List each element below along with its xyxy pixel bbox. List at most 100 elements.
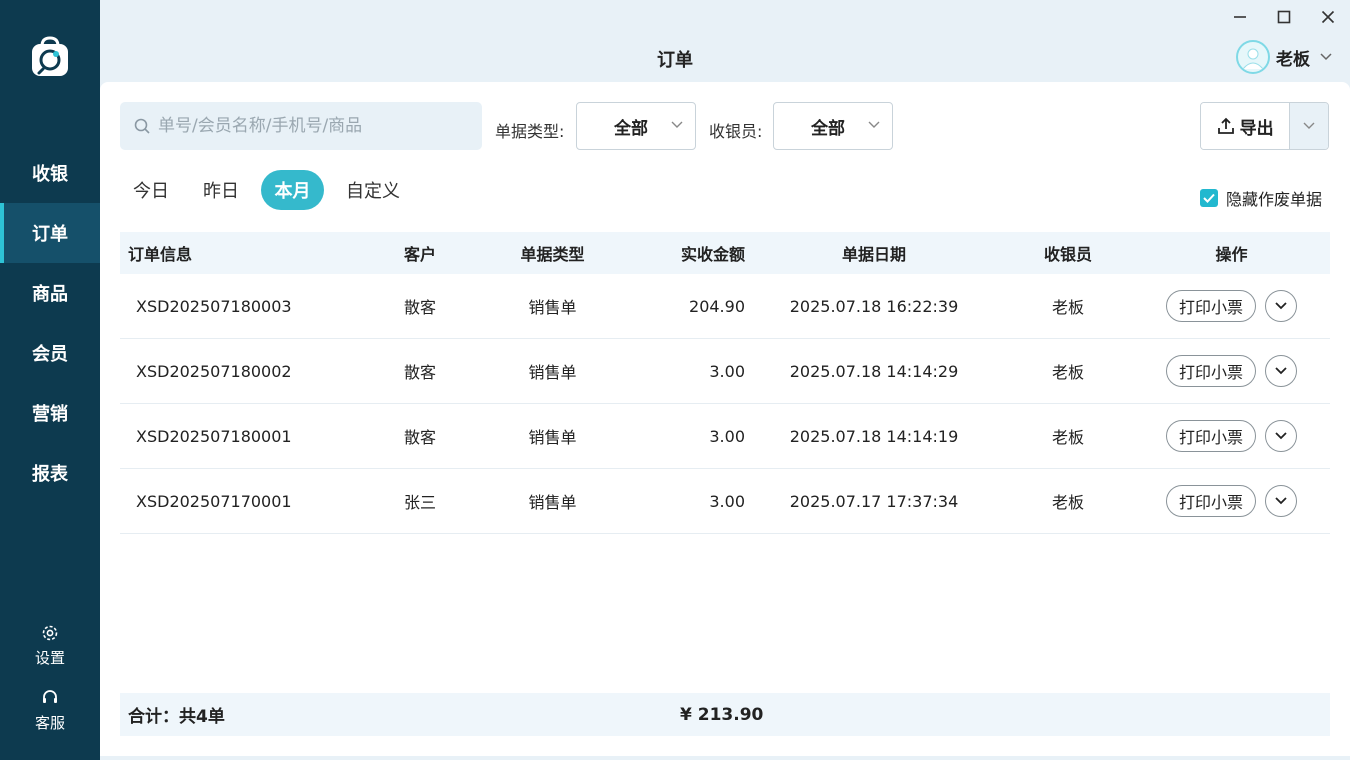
type-select-value: 全部: [614, 118, 648, 139]
order-type: 销售单: [528, 363, 577, 382]
table-row[interactable]: XSD202507180003 散客 销售单 204.90 2025.07.18…: [120, 274, 1330, 339]
hide-void-checkbox[interactable]: [1200, 189, 1218, 207]
cashier-select[interactable]: 全部: [773, 102, 893, 150]
order-amount: 3.00: [709, 491, 745, 511]
header-date: 单据日期: [841, 245, 906, 264]
order-date: 2025.07.18 14:14:19: [789, 426, 959, 446]
order-actions: 打印小票: [1133, 274, 1330, 338]
main-panel: 单据类型: 全部 收银员: 全部 导出 今日 昨日 本月 自定义 隐藏作废单据: [100, 82, 1350, 756]
tab-custom[interactable]: 自定义: [338, 170, 408, 210]
close-icon: [1321, 10, 1335, 24]
print-receipt-button[interactable]: 打印小票: [1165, 355, 1256, 387]
print-receipt-button[interactable]: 打印小票: [1165, 290, 1256, 322]
order-id: XSD202507170001: [136, 491, 292, 511]
summary-bar: 合计：共4单 ¥ 213.90: [120, 693, 1330, 736]
chevron-down-icon: [1320, 53, 1332, 61]
sidebar-item-marketing[interactable]: 营销: [0, 383, 100, 443]
order-actions: 打印小票: [1133, 339, 1330, 403]
more-actions-button[interactable]: [1265, 485, 1297, 517]
order-id: XSD202507180003: [136, 296, 292, 316]
summary-total: ¥ 213.90: [680, 704, 764, 725]
chevron-down-icon: [1275, 432, 1287, 440]
order-cashier: 老板: [1051, 493, 1084, 512]
order-customer: 散客: [403, 428, 436, 447]
export-control: 导出: [1200, 102, 1329, 150]
hide-void-label: 隐藏作废单据: [1226, 190, 1323, 209]
more-actions-button[interactable]: [1265, 290, 1297, 322]
order-actions: 打印小票: [1133, 404, 1330, 468]
header-ops: 操作: [1215, 245, 1248, 264]
user-icon: [1242, 48, 1264, 69]
order-type: 销售单: [528, 493, 577, 512]
sidebar-item-checkout[interactable]: 收银: [0, 143, 100, 203]
type-filter-label: 单据类型:: [495, 122, 565, 141]
order-customer: 散客: [403, 363, 436, 382]
page-title: 订单: [657, 50, 693, 71]
summary-count: 合计：共4单: [128, 707, 225, 727]
cashier-filter-label: 收银员:: [709, 122, 763, 141]
orders-table: 订单信息 客户 单据类型 实收金额 单据日期 收银员 操作 XSD2025071…: [120, 232, 1330, 534]
order-cashier: 老板: [1051, 363, 1084, 382]
order-cashier: 老板: [1051, 298, 1084, 317]
hide-void-toggle[interactable]: 隐藏作废单据: [1200, 186, 1322, 210]
maximize-icon: [1277, 10, 1291, 24]
user-menu[interactable]: 老板: [1236, 40, 1332, 74]
header: 订单 老板: [100, 0, 1350, 82]
minimize-icon: [1234, 16, 1246, 18]
order-type: 销售单: [528, 298, 577, 317]
print-receipt-button[interactable]: 打印小票: [1165, 485, 1256, 517]
chevron-down-icon: [671, 121, 683, 128]
more-actions-button[interactable]: [1265, 355, 1297, 387]
minimize-button[interactable]: [1229, 6, 1251, 28]
sidebar-item-orders[interactable]: 订单: [0, 203, 100, 263]
cashier-select-value: 全部: [811, 118, 845, 139]
sidebar-item-members[interactable]: 会员: [0, 323, 100, 383]
header-amount: 实收金额: [680, 245, 745, 264]
order-type: 销售单: [528, 428, 577, 447]
tab-yesterday[interactable]: 昨日: [192, 170, 250, 210]
export-label: 导出: [1239, 118, 1274, 139]
customer-service-label: 客服: [34, 714, 65, 732]
chevron-down-icon: [1275, 497, 1287, 505]
header-cashier: 收银员: [1043, 245, 1092, 264]
type-select[interactable]: 全部: [576, 102, 696, 150]
search-input[interactable]: [158, 116, 468, 136]
sidebar-item-products[interactable]: 商品: [0, 263, 100, 323]
tab-today[interactable]: 今日: [122, 170, 180, 210]
order-actions: 打印小票: [1133, 469, 1330, 533]
table-row[interactable]: XSD202507180001 散客 销售单 3.00 2025.07.18 1…: [120, 404, 1330, 469]
print-receipt-button[interactable]: 打印小票: [1165, 420, 1256, 452]
search-box[interactable]: [120, 102, 482, 150]
order-date: 2025.07.17 17:37:34: [789, 491, 959, 511]
tab-this-month[interactable]: 本月: [261, 170, 324, 210]
customer-service-button[interactable]: 客服: [0, 688, 100, 733]
order-amount: 204.90: [689, 296, 745, 316]
export-dropdown-button[interactable]: [1289, 103, 1328, 149]
headset-icon: [43, 690, 57, 703]
order-id: XSD202507180001: [136, 426, 292, 446]
order-cashier: 老板: [1051, 428, 1084, 447]
upload-icon: [1217, 117, 1234, 134]
sidebar-item-reports[interactable]: 报表: [0, 443, 100, 503]
order-customer: 散客: [403, 298, 436, 317]
gear-icon: [42, 625, 58, 641]
more-actions-button[interactable]: [1265, 420, 1297, 452]
chevron-down-icon: [1275, 367, 1287, 375]
check-icon: [1203, 193, 1215, 203]
search-icon: [134, 118, 150, 134]
table-row[interactable]: XSD202507180002 散客 销售单 3.00 2025.07.18 1…: [120, 339, 1330, 404]
order-id: XSD202507180002: [136, 361, 292, 381]
app-logo: [30, 36, 70, 78]
avatar: [1236, 40, 1270, 74]
settings-button[interactable]: 设置: [0, 623, 100, 668]
close-button[interactable]: [1317, 6, 1339, 28]
maximize-button[interactable]: [1273, 6, 1295, 28]
order-date: 2025.07.18 14:14:29: [789, 361, 959, 381]
sidebar: 收银 订单 商品 会员 营销 报表 设置 客服: [0, 0, 100, 760]
export-button[interactable]: 导出: [1201, 103, 1290, 149]
header-order-info: 订单信息: [128, 245, 193, 264]
table-header: 订单信息 客户 单据类型 实收金额 单据日期 收银员 操作: [120, 232, 1330, 274]
table-row[interactable]: XSD202507170001 张三 销售单 3.00 2025.07.17 1…: [120, 469, 1330, 534]
order-date: 2025.07.18 16:22:39: [789, 296, 959, 316]
order-amount: 3.00: [709, 361, 745, 381]
